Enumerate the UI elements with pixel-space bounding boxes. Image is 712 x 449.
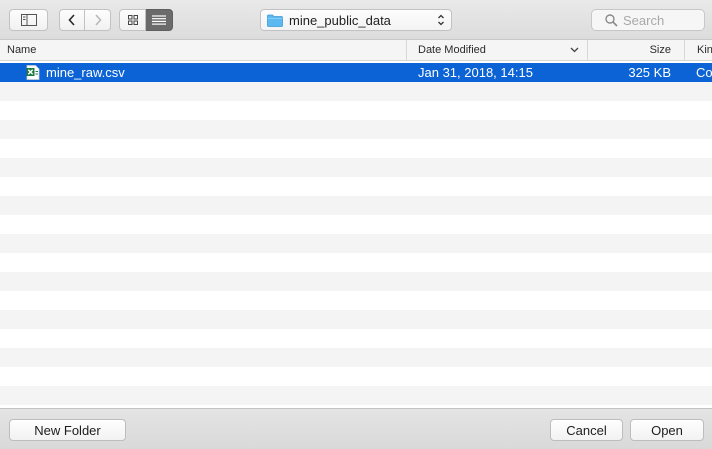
location-popup[interactable]: mine_public_data bbox=[260, 9, 452, 31]
empty-row bbox=[0, 234, 712, 253]
empty-row bbox=[0, 101, 712, 120]
column-date-modified-label: Date Modified bbox=[418, 44, 486, 56]
column-kind[interactable]: Kind bbox=[684, 40, 712, 60]
empty-row bbox=[0, 139, 712, 158]
new-folder-button[interactable]: New Folder bbox=[9, 419, 126, 441]
empty-row bbox=[0, 291, 712, 310]
icon-view-button[interactable] bbox=[119, 9, 146, 31]
chevron-left-icon bbox=[68, 14, 75, 26]
cancel-button[interactable]: Cancel bbox=[550, 419, 623, 441]
chevron-right-icon bbox=[94, 14, 102, 26]
back-button[interactable] bbox=[59, 9, 85, 31]
column-header: Name Date Modified Size Kind bbox=[0, 40, 712, 61]
empty-row bbox=[0, 253, 712, 272]
sort-chevron-down-icon bbox=[570, 47, 579, 53]
empty-row bbox=[0, 158, 712, 177]
empty-row bbox=[0, 82, 712, 101]
column-name[interactable]: Name bbox=[0, 40, 406, 60]
search-field[interactable]: Search bbox=[591, 9, 705, 31]
bottom-bar: New Folder Cancel Open bbox=[0, 408, 712, 449]
empty-row bbox=[0, 120, 712, 139]
file-size: 325 KB bbox=[628, 65, 671, 80]
folder-icon bbox=[267, 14, 283, 27]
file-row-selected[interactable]: mine_raw.csv Jan 31, 2018, 14:15 325 KB … bbox=[0, 63, 712, 82]
empty-row bbox=[0, 367, 712, 386]
empty-row bbox=[0, 215, 712, 234]
sidebar-icon bbox=[20, 14, 37, 26]
search-icon bbox=[605, 13, 618, 27]
updown-chevron-icon bbox=[438, 14, 444, 26]
file-kind: Co bbox=[696, 65, 712, 80]
forward-button[interactable] bbox=[85, 9, 111, 31]
list-view-button[interactable] bbox=[146, 9, 173, 31]
empty-row bbox=[0, 329, 712, 348]
file-list[interactable]: mine_raw.csv Jan 31, 2018, 14:15 325 KB … bbox=[0, 61, 712, 408]
grid-icon bbox=[127, 15, 138, 25]
excel-csv-icon bbox=[26, 65, 40, 84]
toolbar: mine_public_data Search bbox=[0, 0, 712, 40]
empty-row bbox=[0, 348, 712, 367]
file-name: mine_raw.csv bbox=[46, 65, 125, 80]
open-button[interactable]: Open bbox=[630, 419, 704, 441]
sidebar-toggle-button[interactable] bbox=[9, 9, 48, 31]
empty-row bbox=[0, 310, 712, 329]
column-date-modified[interactable]: Date Modified bbox=[406, 40, 587, 60]
list-icon bbox=[152, 15, 166, 25]
file-date-modified: Jan 31, 2018, 14:15 bbox=[418, 65, 533, 80]
empty-row bbox=[0, 272, 712, 291]
empty-row bbox=[0, 386, 712, 405]
empty-row bbox=[0, 177, 712, 196]
search-placeholder: Search bbox=[623, 12, 665, 28]
empty-row bbox=[0, 196, 712, 215]
column-size[interactable]: Size bbox=[587, 40, 684, 60]
location-label: mine_public_data bbox=[289, 12, 391, 28]
